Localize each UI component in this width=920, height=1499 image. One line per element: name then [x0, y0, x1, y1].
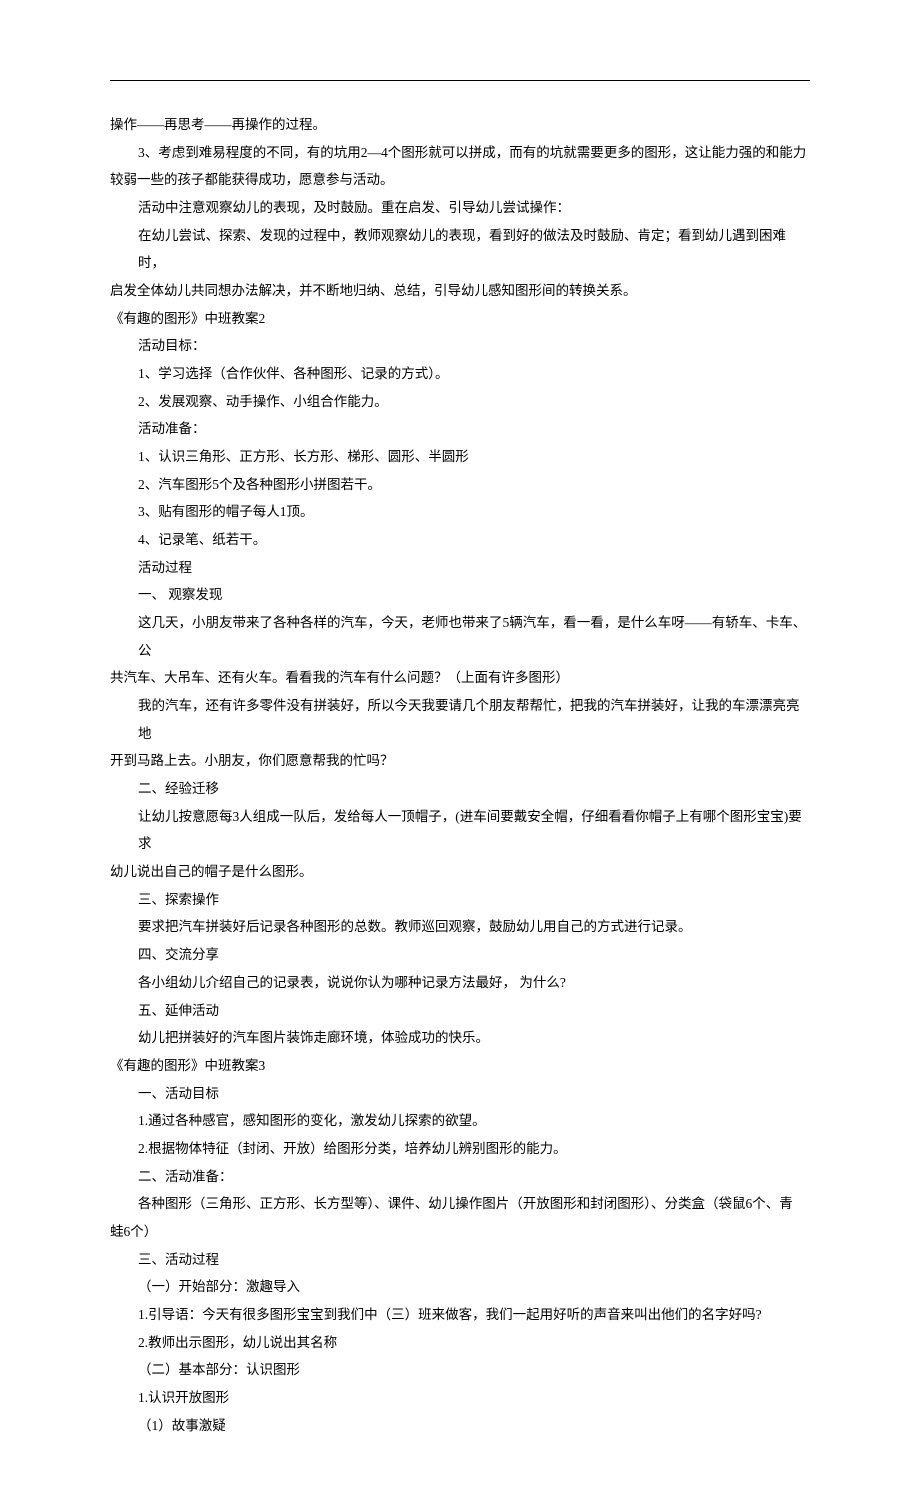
- text-line: （1）故事激疑: [110, 1412, 810, 1440]
- text-line: 活动过程: [110, 554, 810, 582]
- text-line: 蛙6个）: [110, 1218, 810, 1246]
- text-line: 这几天，小朋友带来了各种各样的汽车，今天，老师也带来了5辆汽车，看一看，是什么车…: [110, 609, 810, 664]
- text-line: 1.通过各种感官，感知图形的变化，激发幼儿探索的欲望。: [110, 1107, 810, 1135]
- text-line: （一）开始部分：激趣导入: [110, 1273, 810, 1301]
- text-line: 幼儿把拼装好的汽车图片装饰走廊环境，体验成功的快乐。: [110, 1024, 810, 1052]
- text-line: 三、探索操作: [110, 886, 810, 914]
- text-line: 在幼儿尝试、探索、发现的过程中，教师观察幼儿的表现，看到好的做法及时鼓励、肯定；…: [110, 222, 810, 277]
- text-line: 3、考虑到难易程度的不同，有的坑用2—4个图形就可以拼成，而有的坑就需要更多的图…: [110, 139, 810, 167]
- text-line: 操作——再思考——再操作的过程。: [110, 111, 810, 139]
- text-line: 《有趣的图形》中班教案2: [110, 305, 810, 333]
- text-line: 三、活动过程: [110, 1246, 810, 1274]
- text-line: 开到马路上去。小朋友，你们愿意帮我的忙吗？: [110, 747, 810, 775]
- text-line: 我的汽车，还有许多零件没有拼装好，所以今天我要请几个朋友帮帮忙，把我的汽车拼装好…: [110, 692, 810, 747]
- text-line: 活动中注意观察幼儿的表现，及时鼓励。重在启发、引导幼儿尝试操作：: [110, 194, 810, 222]
- text-line: 二、活动准备：: [110, 1163, 810, 1191]
- text-line: 2、汽车图形5个及各种图形小拼图若干。: [110, 471, 810, 499]
- document-body: 操作——再思考——再操作的过程。3、考虑到难易程度的不同，有的坑用2—4个图形就…: [110, 111, 810, 1439]
- page-divider: [110, 80, 810, 81]
- text-line: 让幼儿按意愿每3人组成一队后，发给每人一顶帽子，(进车间要戴安全帽，仔细看看你帽…: [110, 803, 810, 858]
- text-line: 活动目标：: [110, 332, 810, 360]
- text-line: 各种图形（三角形、正方形、长方型等）、课件、幼儿操作图片（开放图形和封闭图形）、…: [110, 1190, 810, 1218]
- text-line: 五、延伸活动: [110, 997, 810, 1025]
- text-line: 共汽车、大吊车、还有火车。看看我的汽车有什么问题？（上面有许多图形）: [110, 664, 810, 692]
- text-line: 4、记录笔、纸若干。: [110, 526, 810, 554]
- document-page: 操作——再思考——再操作的过程。3、考虑到难易程度的不同，有的坑用2—4个图形就…: [0, 0, 920, 1499]
- text-line: 各小组幼儿介绍自己的记录表，说说你认为哪种记录方法最好， 为什么?: [110, 969, 810, 997]
- text-line: 《有趣的图形》中班教案3: [110, 1052, 810, 1080]
- text-line: （二）基本部分：认识图形: [110, 1356, 810, 1384]
- text-line: 活动准备：: [110, 415, 810, 443]
- text-line: 二、经验迁移: [110, 775, 810, 803]
- text-line: 幼儿说出自己的帽子是什么图形。: [110, 858, 810, 886]
- text-line: 较弱一些的孩子都能获得成功，愿意参与活动。: [110, 166, 810, 194]
- text-line: 1.引导语：今天有很多图形宝宝到我们中（三）班来做客，我们一起用好听的声音来叫出…: [110, 1301, 810, 1329]
- text-line: 2.教师出示图形，幼儿说出其名称: [110, 1329, 810, 1357]
- text-line: 3、贴有图形的帽子每人1顶。: [110, 498, 810, 526]
- text-line: 一、 观察发现: [110, 581, 810, 609]
- text-line: 四、交流分享: [110, 941, 810, 969]
- text-line: 1.认识开放图形: [110, 1384, 810, 1412]
- text-line: 1、认识三角形、正方形、长方形、梯形、圆形、半圆形: [110, 443, 810, 471]
- text-line: 2.根据物体特征（封闭、开放）给图形分类，培养幼儿辨别图形的能力。: [110, 1135, 810, 1163]
- text-line: 启发全体幼儿共同想办法解决，并不断地归纳、总结，引导幼儿感知图形间的转换关系。: [110, 277, 810, 305]
- text-line: 1、学习选择（合作伙伴、各种图形、记录的方式）。: [110, 360, 810, 388]
- text-line: 一、活动目标: [110, 1080, 810, 1108]
- text-line: 2、发展观察、动手操作、小组合作能力。: [110, 388, 810, 416]
- text-line: 要求把汽车拼装好后记录各种图形的总数。教师巡回观察，鼓励幼儿用自己的方式进行记录…: [110, 913, 810, 941]
